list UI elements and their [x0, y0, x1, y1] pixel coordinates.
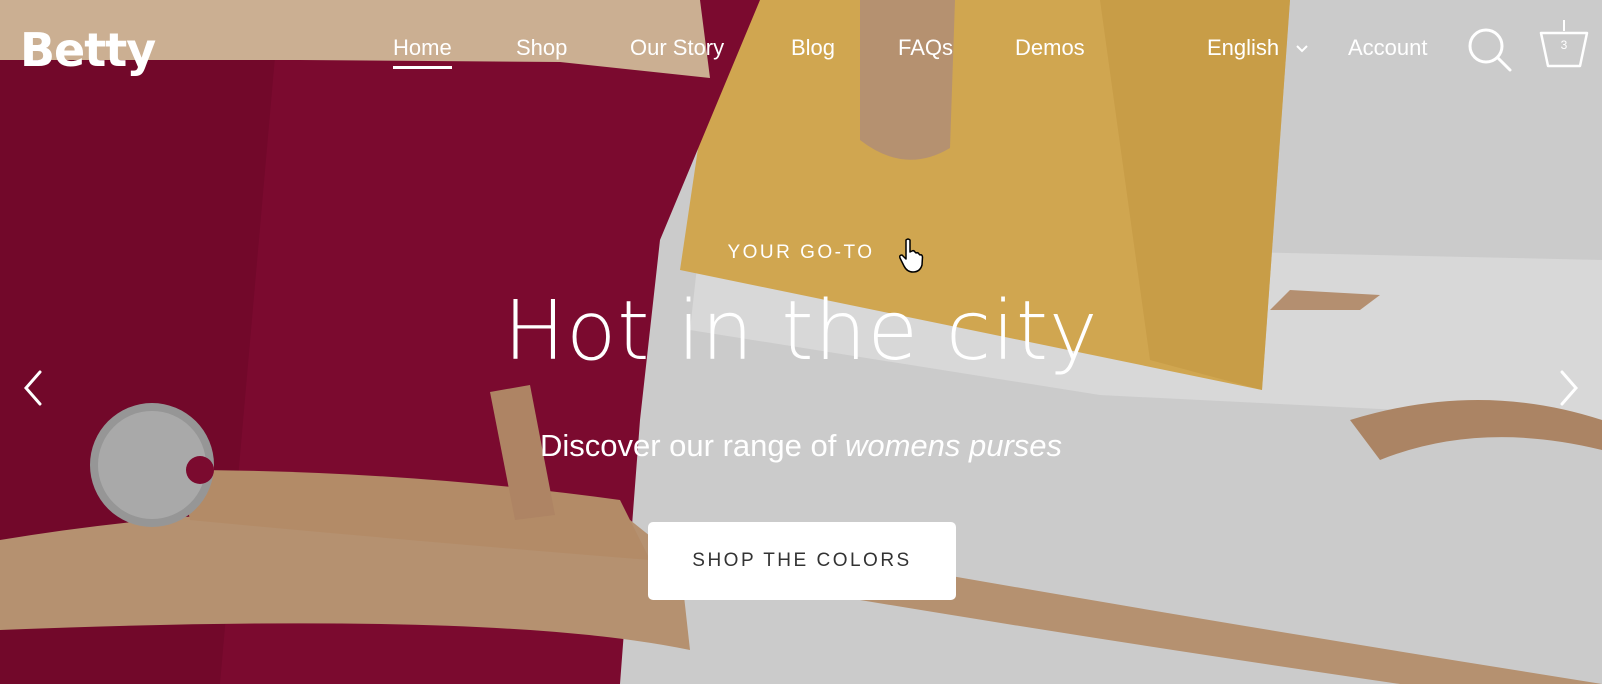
search-button[interactable]	[1466, 26, 1514, 74]
site-header: Betty Home Shop Our Story Blog FAQs Demo…	[0, 0, 1602, 100]
slider-prev-button[interactable]	[22, 368, 46, 413]
search-icon	[1468, 28, 1512, 72]
hero-subtitle-text: Discover our range of	[539, 428, 845, 463]
nav-item-blog[interactable]: Blog	[791, 30, 835, 66]
cart-button[interactable]: 3	[1538, 18, 1590, 70]
hero-eyebrow: YOUR GO-TO	[727, 242, 875, 263]
nav-item-our-story[interactable]: Our Story	[630, 30, 724, 66]
hero-title: Hot in the city	[503, 284, 1099, 379]
account-link[interactable]: Account	[1348, 30, 1428, 66]
nav-item-faqs[interactable]: FAQs	[898, 30, 953, 66]
language-selector[interactable]: English	[1207, 30, 1309, 66]
nav-item-shop[interactable]: Shop	[516, 30, 567, 66]
shop-the-colors-button[interactable]: SHOP THE COLORS	[648, 522, 956, 600]
hero-subtitle-emphasis: womens purses	[844, 428, 1063, 463]
hand-pointer-cursor-icon	[899, 238, 924, 273]
slider-next-button[interactable]	[1556, 368, 1580, 413]
chevron-down-icon	[1296, 45, 1308, 53]
nav-item-home[interactable]: Home	[393, 30, 452, 69]
language-label: English	[1207, 35, 1280, 60]
hero-subtitle: Discover our range of womens purses	[0, 428, 1602, 464]
cart-count-badge: 3	[1560, 38, 1568, 52]
chevron-left-icon	[24, 370, 42, 406]
nav-item-demos[interactable]: Demos	[1015, 30, 1085, 66]
chevron-right-icon	[1560, 370, 1578, 406]
